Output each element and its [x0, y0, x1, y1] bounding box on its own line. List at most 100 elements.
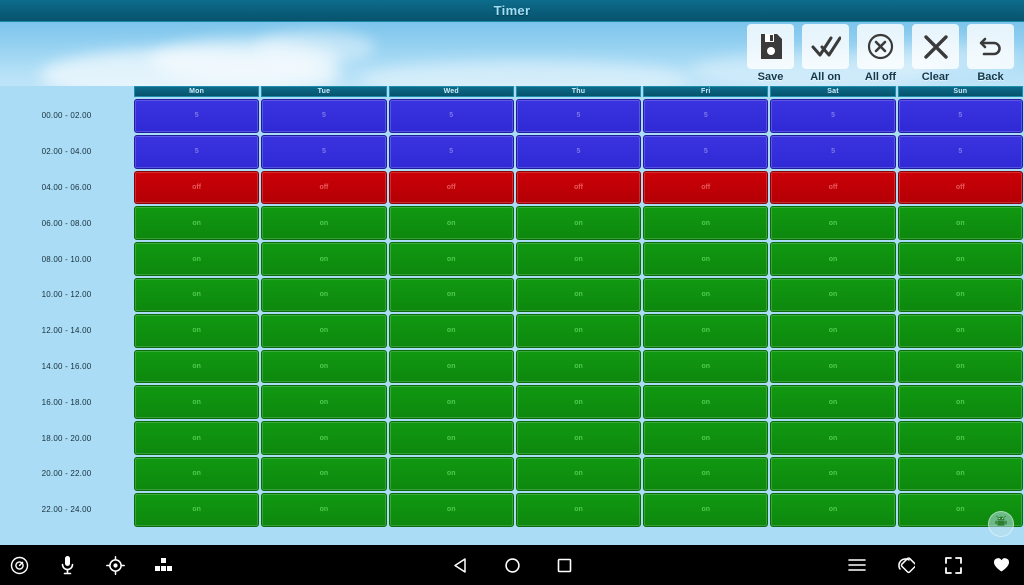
clear-button[interactable]: Clear: [912, 24, 959, 83]
floating-assistant-button[interactable]: [988, 511, 1014, 537]
schedule-cell[interactable]: on: [388, 242, 514, 276]
schedule-cell[interactable]: off: [643, 170, 769, 205]
schedule-cell[interactable]: on: [515, 421, 642, 455]
schedule-cell[interactable]: on: [515, 242, 642, 276]
schedule-cell[interactable]: 5: [388, 99, 514, 133]
schedule-cell[interactable]: on: [388, 349, 514, 384]
schedule-cell[interactable]: on: [643, 421, 769, 455]
save-button[interactable]: Save: [747, 24, 794, 83]
schedule-cell[interactable]: on: [770, 206, 896, 241]
schedule-cell[interactable]: on: [388, 313, 514, 348]
schedule-cell[interactable]: on: [770, 242, 896, 276]
schedule-cell[interactable]: 5: [515, 134, 642, 169]
schedule-cell[interactable]: on: [643, 492, 769, 527]
schedule-cell[interactable]: on: [643, 456, 769, 491]
schedule-cell[interactable]: on: [643, 206, 769, 241]
schedule-cell[interactable]: on: [897, 242, 1023, 276]
schedule-cell[interactable]: on: [770, 349, 896, 384]
schedule-cell[interactable]: on: [261, 385, 387, 420]
schedule-cell[interactable]: on: [897, 277, 1023, 312]
schedule-cell[interactable]: on: [897, 349, 1023, 384]
schedule-cell[interactable]: 5: [261, 99, 387, 133]
schedule-cell[interactable]: on: [388, 492, 514, 527]
menu-hamburger-icon[interactable]: [846, 554, 868, 576]
schedule-cell[interactable]: on: [134, 492, 260, 527]
schedule-cell[interactable]: off: [515, 170, 642, 205]
schedule-cell[interactable]: on: [261, 313, 387, 348]
day-header-tue[interactable]: Tue: [261, 86, 387, 97]
schedule-cell[interactable]: on: [388, 456, 514, 491]
schedule-cell[interactable]: off: [261, 170, 387, 205]
schedule-cell[interactable]: on: [643, 242, 769, 276]
apps-grid-icon[interactable]: [152, 554, 174, 576]
schedule-cell[interactable]: on: [134, 313, 260, 348]
schedule-cell[interactable]: 5: [770, 134, 896, 169]
schedule-cell[interactable]: on: [388, 277, 514, 312]
schedule-cell[interactable]: on: [897, 456, 1023, 491]
schedule-cell[interactable]: on: [897, 206, 1023, 241]
schedule-cell[interactable]: on: [897, 385, 1023, 420]
schedule-cell[interactable]: on: [770, 277, 896, 312]
schedule-cell[interactable]: on: [134, 421, 260, 455]
schedule-cell[interactable]: on: [770, 313, 896, 348]
schedule-cell[interactable]: on: [897, 313, 1023, 348]
schedule-cell[interactable]: on: [515, 313, 642, 348]
day-header-sun[interactable]: Sun: [897, 86, 1023, 97]
schedule-cell[interactable]: on: [261, 206, 387, 241]
all-off-button[interactable]: All off: [857, 24, 904, 83]
schedule-cell[interactable]: on: [388, 206, 514, 241]
schedule-cell[interactable]: on: [261, 349, 387, 384]
schedule-cell[interactable]: on: [261, 492, 387, 527]
schedule-cell[interactable]: on: [770, 492, 896, 527]
schedule-cell[interactable]: on: [261, 242, 387, 276]
schedule-cell[interactable]: off: [770, 170, 896, 205]
schedule-cell[interactable]: 5: [388, 134, 514, 169]
location-target-icon[interactable]: [104, 554, 126, 576]
schedule-cell[interactable]: on: [388, 385, 514, 420]
schedule-cell[interactable]: on: [770, 421, 896, 455]
schedule-cell[interactable]: 5: [643, 99, 769, 133]
home-circle-icon[interactable]: [501, 554, 523, 576]
day-header-fri[interactable]: Fri: [643, 86, 769, 97]
schedule-cell[interactable]: on: [643, 349, 769, 384]
day-header-sat[interactable]: Sat: [770, 86, 896, 97]
schedule-cell[interactable]: on: [261, 456, 387, 491]
rotate-screen-icon[interactable]: [894, 554, 916, 576]
schedule-cell[interactable]: 5: [897, 99, 1023, 133]
day-header-mon[interactable]: Mon: [134, 86, 260, 97]
schedule-cell[interactable]: on: [261, 421, 387, 455]
schedule-cell[interactable]: on: [134, 242, 260, 276]
recents-square-icon[interactable]: [553, 554, 575, 576]
schedule-cell[interactable]: on: [515, 349, 642, 384]
schedule-cell[interactable]: 5: [134, 99, 260, 133]
schedule-cell[interactable]: on: [515, 277, 642, 312]
schedule-cell[interactable]: 5: [897, 134, 1023, 169]
back-button[interactable]: Back: [967, 24, 1014, 83]
all-on-button[interactable]: All on: [802, 24, 849, 83]
schedule-cell[interactable]: 5: [643, 134, 769, 169]
schedule-cell[interactable]: on: [643, 313, 769, 348]
fullscreen-icon[interactable]: [942, 554, 964, 576]
schedule-cell[interactable]: off: [134, 170, 260, 205]
day-header-thu[interactable]: Thu: [515, 86, 642, 97]
schedule-cell[interactable]: on: [515, 456, 642, 491]
power-circle-icon[interactable]: [8, 554, 30, 576]
schedule-cell[interactable]: on: [134, 277, 260, 312]
schedule-cell[interactable]: on: [515, 206, 642, 241]
schedule-cell[interactable]: on: [643, 385, 769, 420]
schedule-cell[interactable]: on: [134, 206, 260, 241]
schedule-cell[interactable]: on: [770, 456, 896, 491]
schedule-cell[interactable]: off: [897, 170, 1023, 205]
schedule-cell[interactable]: on: [515, 385, 642, 420]
schedule-cell[interactable]: 5: [515, 99, 642, 133]
schedule-cell[interactable]: 5: [261, 134, 387, 169]
schedule-cell[interactable]: on: [134, 349, 260, 384]
schedule-cell[interactable]: on: [261, 277, 387, 312]
microphone-icon[interactable]: [56, 554, 78, 576]
schedule-cell[interactable]: on: [388, 421, 514, 455]
back-triangle-icon[interactable]: [449, 554, 471, 576]
schedule-cell[interactable]: on: [643, 277, 769, 312]
schedule-cell[interactable]: on: [134, 385, 260, 420]
schedule-cell[interactable]: 5: [770, 99, 896, 133]
schedule-cell[interactable]: on: [770, 385, 896, 420]
